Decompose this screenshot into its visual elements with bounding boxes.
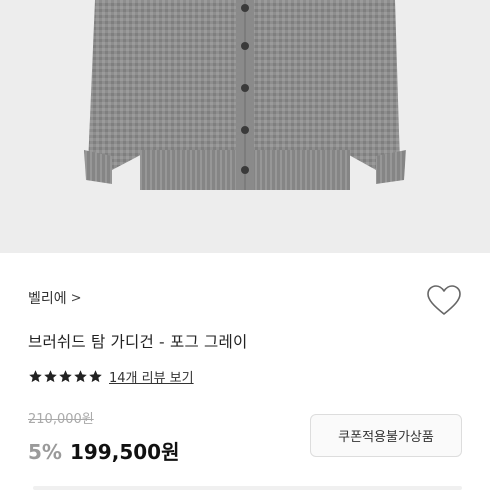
product-image[interactable] xyxy=(0,0,490,253)
heart-outline-icon xyxy=(427,285,461,315)
original-price: 210,000원 xyxy=(28,412,94,427)
cardigan-illustration xyxy=(84,0,406,190)
discount-rate: 5% xyxy=(28,440,62,464)
star-filled-icon xyxy=(29,369,42,382)
product-title: 브러쉬드 탐 가디건 - 포그 그레이 xyxy=(28,333,248,351)
star-rating xyxy=(28,369,103,384)
star-filled-icon xyxy=(59,369,72,382)
coupon-button[interactable]: 쿠폰적용불가상품 xyxy=(310,414,462,457)
star-filled-icon xyxy=(89,369,102,382)
star-filled-icon xyxy=(44,369,57,382)
star-filled-icon xyxy=(74,369,87,382)
rating-row: 14개 리뷰 보기 xyxy=(28,367,194,386)
wishlist-button[interactable] xyxy=(426,284,462,318)
sale-price: 199,500원 xyxy=(69,440,180,464)
price-row: 5% 199,500원 xyxy=(28,436,179,465)
review-link[interactable]: 14개 리뷰 보기 xyxy=(109,367,194,386)
divider xyxy=(33,486,462,490)
brand-link[interactable]: 벨리에 > xyxy=(28,288,82,308)
chevron-right-icon: > xyxy=(70,290,82,306)
brand-name: 벨리에 xyxy=(28,291,67,307)
product-info: 벨리에 > 브러쉬드 탐 가디건 - 포그 그레이 14개 리뷰 보기 210,… xyxy=(0,253,490,490)
